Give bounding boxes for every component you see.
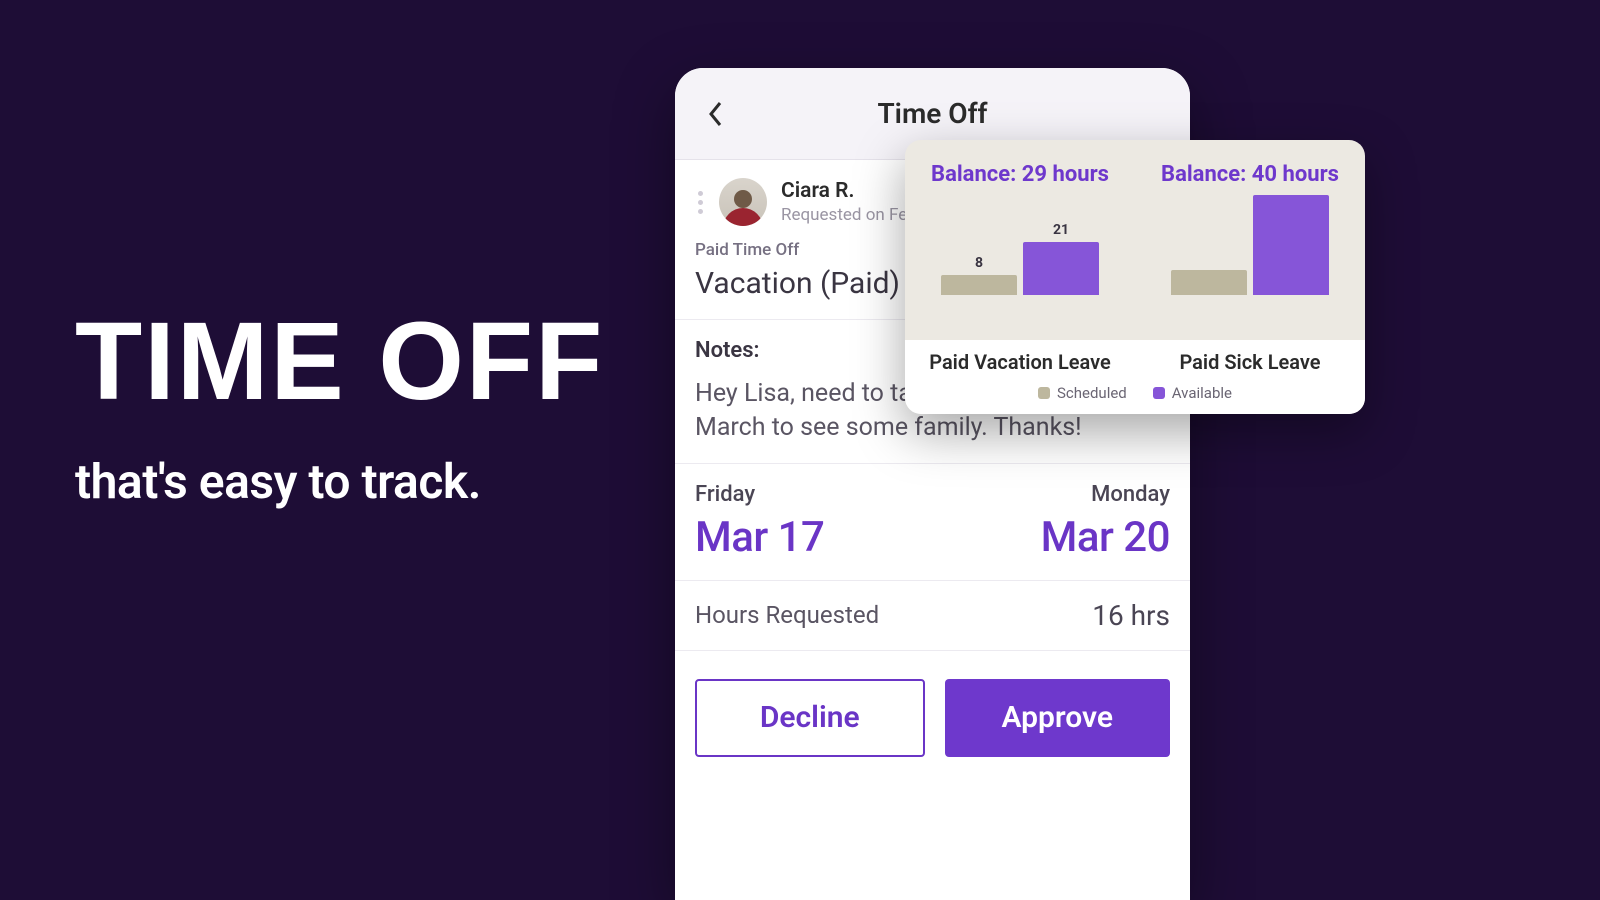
headline-subtitle: that's easy to track. [75, 453, 604, 510]
balance-title-vacation: Balance: 29 hours [931, 162, 1109, 187]
category-sick: Paid Sick Leave [1135, 350, 1365, 374]
bar-vacation-available: 21 [1023, 242, 1099, 295]
balance-card: Balance: 29 hours 8 21 Balance: 40 hours… [905, 140, 1365, 414]
swatch-available-icon [1153, 387, 1165, 399]
bar-sick-available [1253, 195, 1329, 295]
legend-scheduled-label: Scheduled [1057, 384, 1127, 402]
legend-available-label: Available [1172, 384, 1232, 402]
hours-value: 16 hrs [1092, 599, 1170, 632]
end-dow: Monday [1041, 482, 1170, 507]
dates-section: Friday Mar 17 Monday Mar 20 [675, 464, 1190, 581]
balance-chart-sick: Balance: 40 hours [1135, 140, 1365, 340]
back-icon[interactable] [701, 99, 731, 129]
swatch-scheduled-icon [1038, 387, 1050, 399]
balance-footer: Paid Vacation Leave Paid Sick Leave Sche… [905, 340, 1365, 414]
hours-section: Hours Requested 16 hrs [675, 581, 1190, 651]
decline-button[interactable]: Decline [695, 679, 925, 757]
more-icon[interactable] [695, 191, 705, 214]
bar-label: 8 [975, 255, 983, 271]
headline-title: TIME OFF [75, 310, 604, 415]
category-vacation: Paid Vacation Leave [905, 350, 1135, 374]
legend-scheduled: Scheduled [1038, 384, 1127, 402]
bar-sick-scheduled [1171, 270, 1247, 295]
screen-title: Time Off [877, 97, 987, 130]
bar-vacation-scheduled: 8 [941, 275, 1017, 295]
action-row: Decline Approve [675, 651, 1190, 797]
end-date: Mar 20 [1041, 513, 1170, 562]
approve-button[interactable]: Approve [945, 679, 1171, 757]
balance-title-sick: Balance: 40 hours [1161, 162, 1339, 187]
marketing-headline: TIME OFF that's easy to track. [75, 310, 604, 510]
avatar [719, 178, 767, 226]
balance-chart-vacation: Balance: 29 hours 8 21 [905, 140, 1135, 340]
start-dow: Friday [695, 482, 824, 507]
legend-available: Available [1153, 384, 1232, 402]
bar-label: 21 [1053, 222, 1069, 238]
start-date: Mar 17 [695, 513, 824, 562]
hours-label: Hours Requested [695, 601, 879, 629]
legend: Scheduled Available [905, 384, 1365, 402]
